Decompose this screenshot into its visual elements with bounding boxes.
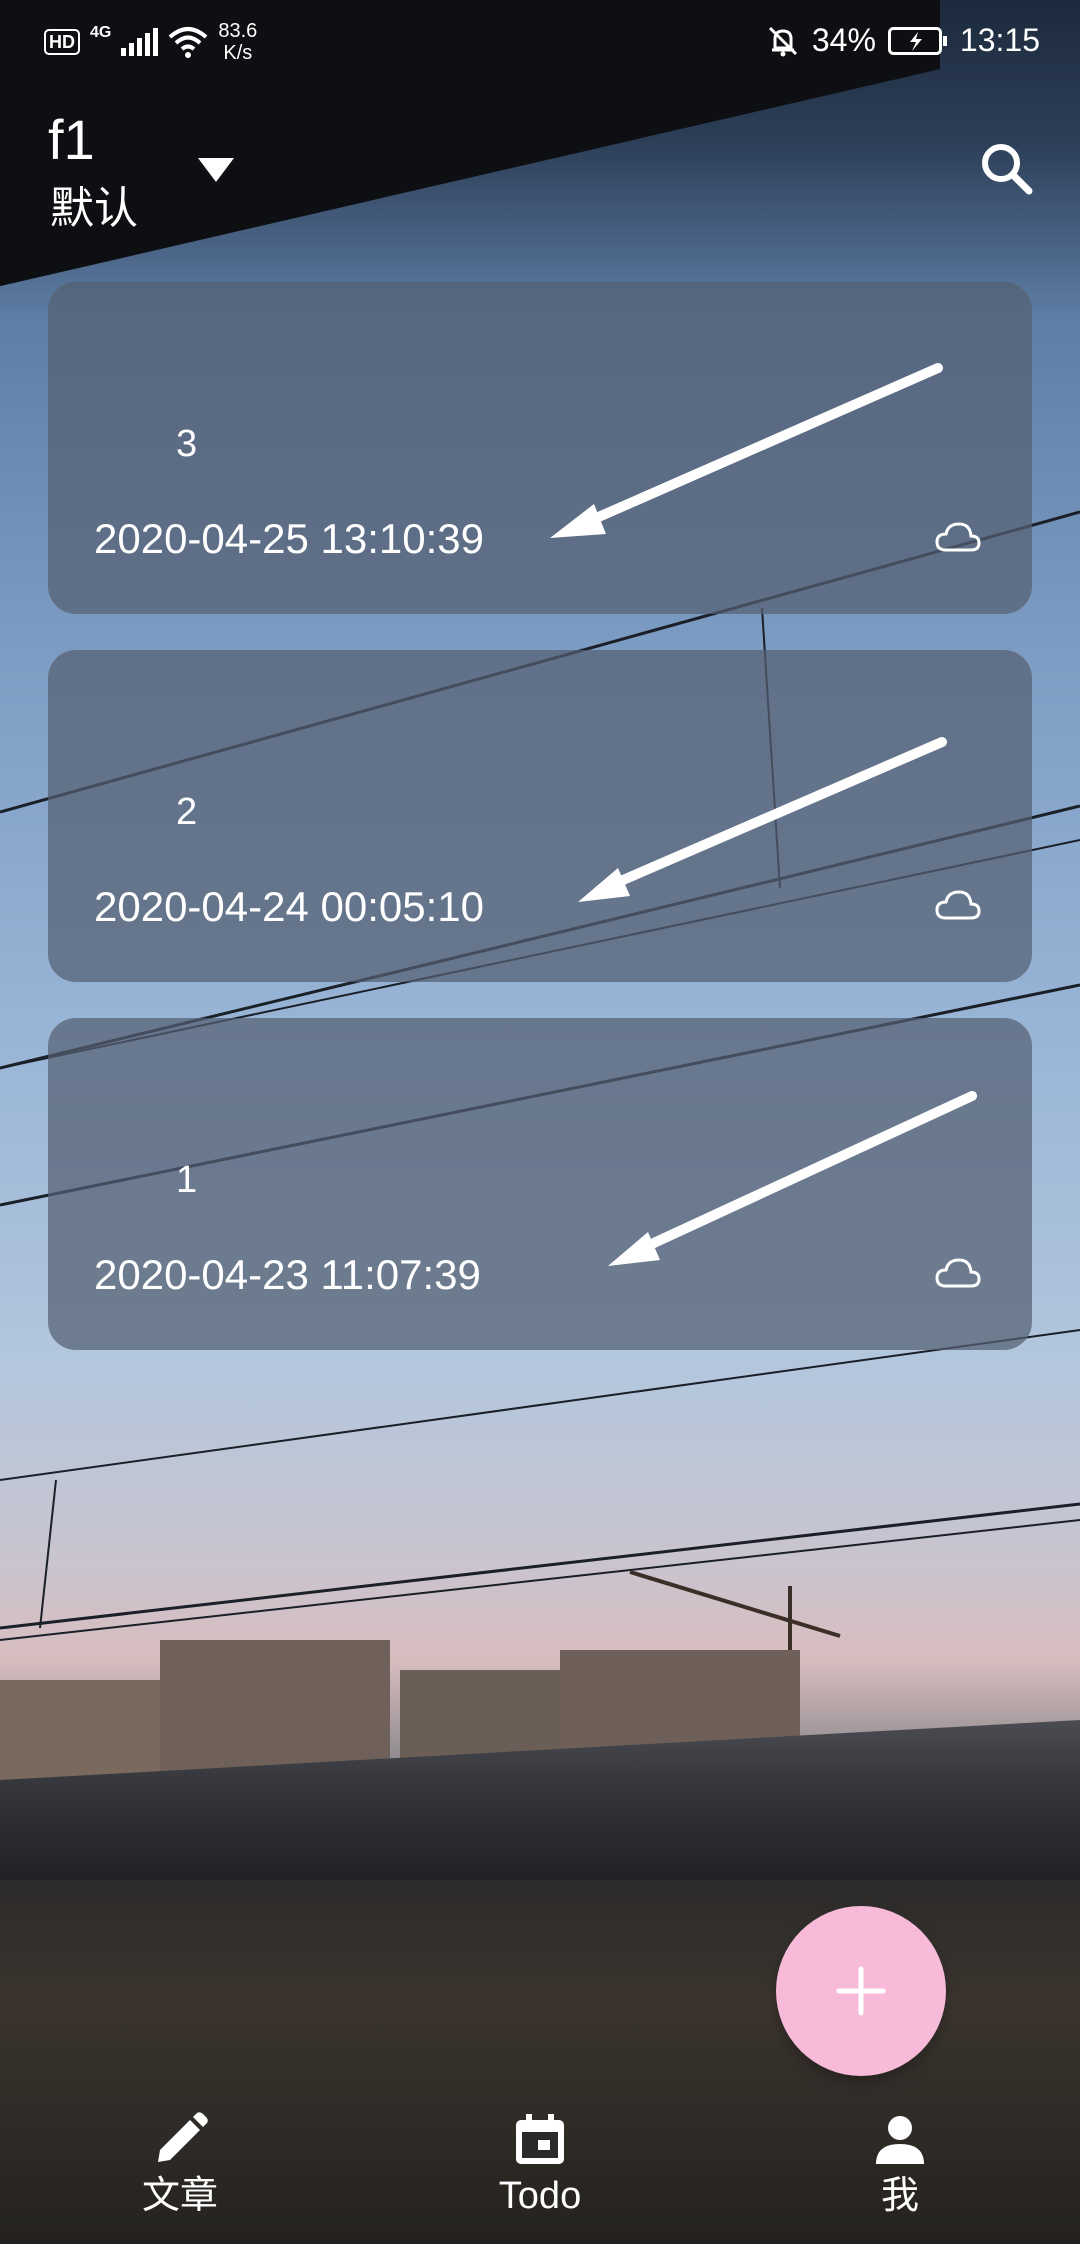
note-title: 1 bbox=[176, 1159, 198, 1201]
nav-item-articles[interactable]: 文章 bbox=[80, 2110, 280, 2218]
cloud-icon bbox=[935, 1258, 981, 1288]
signal-icon bbox=[121, 28, 159, 56]
person-icon bbox=[876, 2116, 924, 2164]
calendar-icon bbox=[516, 2114, 564, 2164]
nav-label-articles: 文章 bbox=[141, 2175, 218, 2217]
note-list: 3 2020-04-25 13:10:39 2 2020-04-24 00:05… bbox=[48, 282, 1032, 1386]
pencil-icon bbox=[158, 2112, 208, 2162]
dropdown-icon[interactable] bbox=[198, 158, 234, 182]
note-title: 3 bbox=[176, 423, 198, 465]
note-title: 2 bbox=[176, 791, 198, 833]
status-left: HD 4G 83.6 K/s bbox=[44, 20, 257, 64]
nav-item-me[interactable]: 我 bbox=[800, 2110, 1000, 2218]
note-date: 2020-04-23 11:07:39 bbox=[94, 1251, 481, 1298]
bottom-nav: 文章 Todo 我 bbox=[0, 2110, 1080, 2244]
hd-badge: HD bbox=[44, 29, 80, 55]
note-card[interactable]: 1 2020-04-23 11:07:39 bbox=[48, 1018, 1032, 1350]
search-icon[interactable] bbox=[978, 140, 1034, 196]
folder-name: f1 bbox=[48, 108, 95, 171]
clock: 13:15 bbox=[959, 22, 1040, 58]
status-right: 34% 13:15 bbox=[766, 22, 1040, 59]
notifications-off-icon bbox=[768, 26, 797, 56]
network-type-label: 4G bbox=[90, 24, 112, 41]
status-bar: HD 4G 83.6 K/s 34% 13:15 bbox=[0, 0, 1080, 86]
note-date: 2020-04-25 13:10:39 bbox=[94, 515, 484, 562]
network-speed-value: 83.6 bbox=[218, 20, 258, 42]
note-date: 2020-04-24 00:05:10 bbox=[94, 883, 484, 930]
note-card[interactable]: 2 2020-04-24 00:05:10 bbox=[48, 650, 1032, 982]
note-card[interactable]: 3 2020-04-25 13:10:39 bbox=[48, 282, 1032, 614]
cloud-icon bbox=[935, 522, 981, 552]
nav-item-todo[interactable]: Todo bbox=[440, 2110, 640, 2218]
nav-label-todo: Todo bbox=[498, 2175, 582, 2217]
battery-percent: 34% bbox=[811, 22, 876, 58]
network-speed-unit: K/s bbox=[223, 42, 253, 64]
app-bar: f1 默认 bbox=[0, 100, 1080, 250]
nav-label-me: 我 bbox=[880, 2175, 919, 2217]
add-note-button[interactable] bbox=[776, 1906, 946, 2076]
cloud-icon bbox=[935, 890, 981, 920]
folder-subtitle: 默认 bbox=[50, 184, 138, 233]
plus-icon bbox=[836, 1966, 886, 2016]
wifi-icon bbox=[169, 27, 208, 58]
network-speed: 83.6 K/s bbox=[218, 20, 257, 64]
battery-charging-icon bbox=[887, 26, 947, 55]
